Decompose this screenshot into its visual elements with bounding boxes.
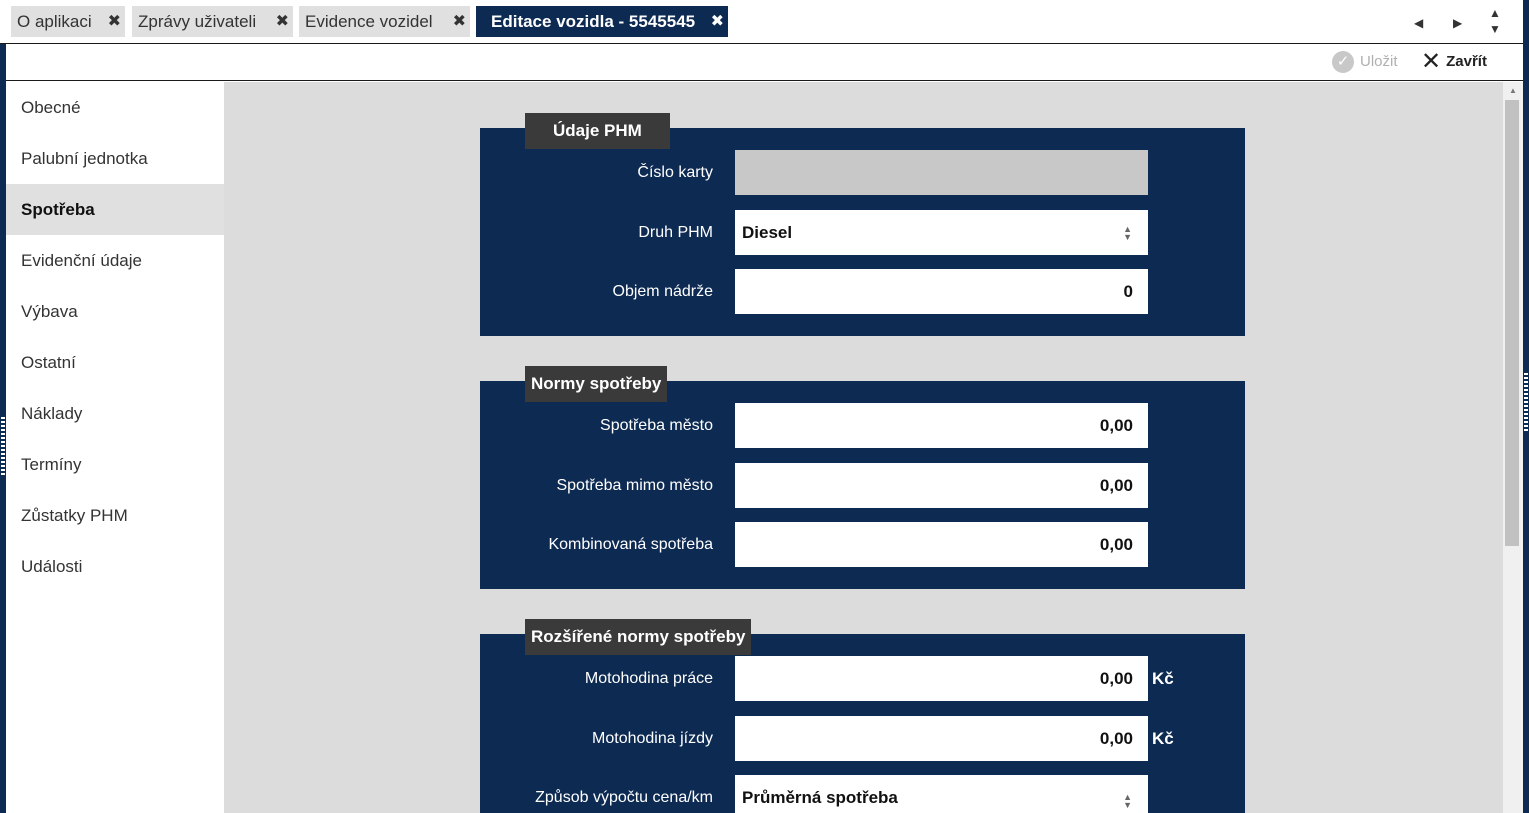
sidebar-item-obecne[interactable]: Obecné xyxy=(6,82,224,133)
right-frame-bar xyxy=(1523,0,1529,813)
close-icon[interactable]: ✖ xyxy=(276,6,289,37)
card-number-label: Číslo karty xyxy=(637,164,713,181)
sidebar-item-naklady[interactable]: Náklady xyxy=(6,388,224,439)
engine-hour-work-input[interactable]: 0,00 xyxy=(735,656,1148,701)
form-row-calc-method: Způsob výpočtu cena/km Průměrná spotřeba… xyxy=(480,775,1245,813)
currency-unit: Kč xyxy=(1152,669,1174,688)
tab-prev-icon[interactable]: ◀ xyxy=(1414,16,1423,30)
tab-label: Zprávy uživateli xyxy=(138,12,257,31)
sidebar-item-udalosti[interactable]: Události xyxy=(6,541,224,592)
form-row-engine-hour-drive: Motohodina jízdy 0,00 Kč xyxy=(480,716,1245,761)
section-normy-spotreby: Normy spotřeby Spotřeba město 0,00 Spotř… xyxy=(480,366,1245,589)
tab-label: Evidence vozidel xyxy=(305,12,433,31)
city-consumption-input[interactable]: 0,00 xyxy=(735,403,1148,448)
vertical-scrollbar[interactable]: ▲ xyxy=(1503,82,1523,813)
engine-hour-drive-input[interactable]: 0,00 xyxy=(735,716,1148,761)
section-title: Údaje PHM xyxy=(525,113,670,149)
tab-evidence-vozidel[interactable]: Evidence vozidel ✖ xyxy=(299,6,470,37)
scroll-up-icon[interactable]: ▲ xyxy=(1509,86,1517,95)
fuel-type-select[interactable]: Diesel ▲ ▼ xyxy=(735,210,1148,255)
sidebar-item-terminy[interactable]: Termíny xyxy=(6,439,224,490)
content-area: Údaje PHM Číslo karty Druh PHM Diesel ▲ … xyxy=(224,82,1503,813)
resize-grip-icon[interactable] xyxy=(1,417,5,477)
section-rozsirene-normy: Rozšířené normy spotřeby Motohodina prác… xyxy=(480,619,1245,813)
tab-next-icon[interactable]: ▶ xyxy=(1453,16,1462,30)
tab-label: Editace vozidla - 5545545 xyxy=(491,12,696,31)
calc-method-label: Způsob výpočtu cena/km xyxy=(535,789,713,806)
combined-consumption-label: Kombinovaná spotřeba xyxy=(548,536,713,553)
close-icon[interactable]: ✖ xyxy=(108,6,121,37)
tab-scroll-up-icon[interactable]: ▲ xyxy=(1489,6,1501,20)
form-row-outside-city: Spotřeba mimo město 0,00 xyxy=(480,463,1245,508)
close-icon[interactable]: ✖ xyxy=(453,6,466,37)
toolbar: ✓ Uložit ✕ Zavřít xyxy=(6,44,1523,81)
calc-method-value: Průměrná spotřeba xyxy=(742,788,898,807)
tab-label: O aplikaci xyxy=(17,12,92,31)
fuel-type-value: Diesel xyxy=(742,223,793,242)
currency-unit: Kč xyxy=(1152,729,1174,748)
engine-hour-work-label: Motohodina práce xyxy=(584,670,713,687)
select-down-icon: ▼ xyxy=(1123,232,1132,242)
form-row-tank-volume: Objem nádrže 0 xyxy=(480,269,1245,314)
tank-volume-label: Objem nádrže xyxy=(612,283,714,300)
sidebar-item-ostatni[interactable]: Ostatní xyxy=(6,337,224,388)
fuel-type-label: Druh PHM xyxy=(638,224,713,241)
tank-volume-input[interactable]: 0 xyxy=(735,269,1148,314)
scrollbar-thumb[interactable] xyxy=(1505,100,1519,546)
combined-consumption-input[interactable]: 0,00 xyxy=(735,522,1148,567)
sidebar-item-vybava[interactable]: Výbava xyxy=(6,286,224,337)
section-title: Rozšířené normy spotřeby xyxy=(525,619,752,655)
tab-editace-vozidla[interactable]: Editace vozidla - 5545545 ✖ xyxy=(476,6,728,37)
tab-bar: O aplikaci ✖ Zprávy uživateli ✖ Evidence… xyxy=(0,0,1529,44)
section-udaje-phm: Údaje PHM Číslo karty Druh PHM Diesel ▲ … xyxy=(480,113,1245,336)
outside-city-consumption-label: Spotřeba mimo město xyxy=(556,477,713,494)
card-number-field xyxy=(735,150,1148,195)
close-icon[interactable]: ✖ xyxy=(711,6,724,37)
tab-o-aplikaci[interactable]: O aplikaci ✖ xyxy=(11,6,125,37)
save-label: Uložit xyxy=(1360,53,1398,70)
engine-hour-drive-label: Motohodina jízdy xyxy=(592,730,713,747)
sidebar-item-zustatky-phm[interactable]: Zůstatky PHM xyxy=(6,490,224,541)
tab-zpravy-uzivateli[interactable]: Zprávy uživateli ✖ xyxy=(132,6,293,37)
form-row-engine-hour-work: Motohodina práce 0,00 Kč xyxy=(480,656,1245,701)
form-row-fuel-type: Druh PHM Diesel ▲ ▼ xyxy=(480,210,1245,255)
check-circle-icon: ✓ xyxy=(1332,51,1354,74)
close-label: Zavřít xyxy=(1446,53,1487,70)
outside-city-consumption-input[interactable]: 0,00 xyxy=(735,463,1148,508)
sidebar-item-spotreba[interactable]: Spotřeba xyxy=(6,184,224,235)
section-title: Normy spotřeby xyxy=(525,366,668,402)
save-button[interactable]: ✓ Uložit xyxy=(1332,50,1398,74)
resize-grip-icon[interactable] xyxy=(1524,373,1528,433)
form-row-card-number: Číslo karty xyxy=(480,150,1245,195)
sidebar: Obecné Palubní jednotka Spotřeba Evidenč… xyxy=(6,82,224,813)
close-icon: ✕ xyxy=(1421,48,1442,76)
calc-method-select[interactable]: Průměrná spotřeba ▲ ▼ xyxy=(735,775,1148,813)
form-row-combined: Kombinovaná spotřeba 0,00 xyxy=(480,522,1245,567)
close-button[interactable]: ✕ Zavřít xyxy=(1421,50,1487,74)
sidebar-item-evidencni-udaje[interactable]: Evidenční údaje xyxy=(6,235,224,286)
tab-scroll-down-icon[interactable]: ▼ xyxy=(1489,22,1501,36)
sidebar-item-palubni-jednotka[interactable]: Palubní jednotka xyxy=(6,133,224,184)
city-consumption-label: Spotřeba město xyxy=(600,417,713,434)
select-down-icon: ▼ xyxy=(1123,800,1132,810)
form-row-city: Spotřeba město 0,00 xyxy=(480,403,1245,448)
